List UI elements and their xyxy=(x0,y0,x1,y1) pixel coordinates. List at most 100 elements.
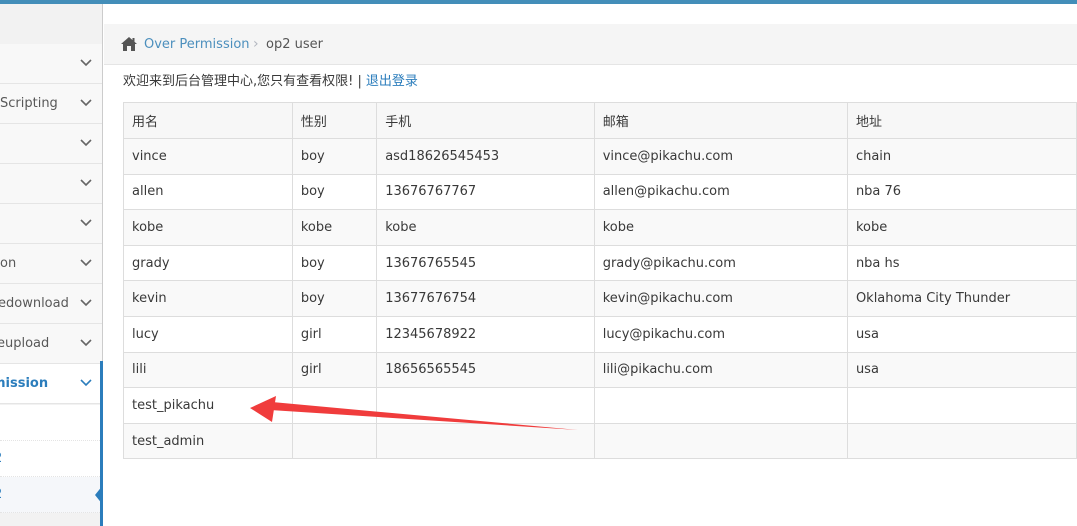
table-cell: test_pikachu xyxy=(123,387,293,424)
sidebar-item-label: mission xyxy=(0,376,49,391)
column-header: 邮箱 xyxy=(593,102,848,139)
table-cell: kobe xyxy=(376,209,595,246)
table-cell: usa xyxy=(846,315,1077,353)
sidebar-item-7[interactable]: eupload xyxy=(0,324,102,364)
table-row: kevin boy 13677676754 kevin@pikachu.com Okla… xyxy=(123,280,1077,317)
table-cell: 13677676754 xyxy=(376,280,595,317)
table-cell: allen@pikachu.com xyxy=(593,173,848,211)
table-cell xyxy=(376,387,595,424)
sidebar-item-3[interactable] xyxy=(0,164,102,204)
table-cell: lucy xyxy=(123,315,293,353)
table-cell: 13676767767 xyxy=(376,173,595,211)
table-row: lucy girl 12345678922 lucy@pikachu.com usa xyxy=(123,315,1077,353)
sidebar-subitem-1[interactable]: 2 xyxy=(0,441,102,477)
sidebar-item-label: edownload xyxy=(0,296,69,311)
table-cell: lili xyxy=(123,351,293,389)
table-cell: Oklahoma City Thunder xyxy=(846,280,1077,317)
table-row: vince boy asd18626545453 vince@pikachu.com c… xyxy=(123,138,1077,175)
table-cell: chain xyxy=(846,138,1077,175)
table-cell xyxy=(291,422,378,460)
table-row: test_admin xyxy=(123,422,1077,460)
table-cell: boy xyxy=(291,173,378,211)
sidebar-item-label: Scripting xyxy=(0,96,58,111)
table-row: lili girl 18656565545 lili@pikachu.com usa xyxy=(123,351,1077,389)
home-icon[interactable] xyxy=(120,36,138,52)
chevron-down-icon xyxy=(80,339,92,347)
chevron-down-icon xyxy=(80,179,92,187)
table-cell: vince@pikachu.com xyxy=(593,138,848,175)
table-cell: vince xyxy=(123,138,293,175)
welcome-message: 欢迎来到后台管理中心,您只有查看权限! | 退出登录 xyxy=(123,72,418,92)
table-cell: kevin xyxy=(123,280,293,317)
table-cell: girl xyxy=(291,315,378,353)
table-cell: usa xyxy=(846,351,1077,389)
top-accent-bar xyxy=(0,0,1077,4)
table-cell: kevin@pikachu.com xyxy=(593,280,848,317)
table-cell: kobe xyxy=(593,209,848,246)
chevron-down-icon xyxy=(80,139,92,147)
table-cell: allen xyxy=(123,173,293,211)
sidebar-item-6[interactable]: edownload xyxy=(0,284,102,324)
table-cell: 18656565545 xyxy=(376,351,595,389)
table-cell: girl xyxy=(291,351,378,389)
table-cell xyxy=(846,422,1077,460)
chevron-down-icon xyxy=(80,99,92,107)
breadcrumb-current: op2 user xyxy=(266,37,323,52)
table-cell: boy xyxy=(291,244,378,282)
logout-link[interactable]: 退出登录 xyxy=(366,74,418,89)
table-row: kobe kobe kobe kobe kobe xyxy=(123,209,1077,246)
table-cell xyxy=(846,387,1077,424)
column-header: 性别 xyxy=(291,102,378,139)
table-cell: kobe xyxy=(123,209,293,246)
chevron-down-icon-active xyxy=(80,379,92,387)
table-cell: nba hs xyxy=(846,244,1077,282)
sidebar-item-1[interactable]: Scripting xyxy=(0,84,102,124)
sidebar-item-5[interactable]: on xyxy=(0,244,102,284)
table-cell: kobe xyxy=(846,209,1077,246)
sidebar-item-4[interactable] xyxy=(0,204,102,244)
table-cell: asd18626545453 xyxy=(376,138,595,175)
chevron-down-icon xyxy=(80,59,92,67)
chevron-down-icon xyxy=(80,299,92,307)
user-table: 用名 性别 手机 邮箱 地址 vince boy asd18626545453 vince@p… xyxy=(123,102,1077,460)
table-cell: 12345678922 xyxy=(376,315,595,353)
table-row: grady boy 13676765545 grady@pikachu.com nba … xyxy=(123,244,1077,282)
sidebar-item-8[interactable]: mission xyxy=(0,364,102,404)
table-cell: boy xyxy=(291,280,378,317)
sidebar-item-label: eupload xyxy=(0,336,50,351)
breadcrumb-separator: › xyxy=(253,36,259,52)
table-cell: grady xyxy=(123,244,293,282)
sidebar-subitem-2[interactable]: 2 xyxy=(0,477,102,513)
sidebar: Scripting on edownload eupload mission 22 xyxy=(0,4,103,526)
table-cell: grady@pikachu.com xyxy=(593,244,848,282)
breadcrumb: Over Permission › op2 user xyxy=(104,24,1077,65)
table-header-row: 用名 性别 手机 邮箱 地址 xyxy=(123,102,1077,139)
sidebar-item-2[interactable] xyxy=(0,124,102,164)
table-cell: boy xyxy=(291,138,378,175)
sidebar-subitem-label: 2 xyxy=(0,441,2,477)
sidebar-subitem-label: 2 xyxy=(0,477,2,513)
breadcrumb-home-link[interactable]: Over Permission xyxy=(144,24,250,65)
table-row: test_pikachu xyxy=(123,387,1077,424)
sidebar-subitem-0[interactable] xyxy=(0,405,102,441)
table-cell: lucy@pikachu.com xyxy=(593,315,848,353)
table-cell xyxy=(593,387,848,424)
table-cell xyxy=(291,387,378,424)
chevron-down-icon xyxy=(80,219,92,227)
chevron-down-icon xyxy=(80,259,92,267)
table-cell: test_admin xyxy=(123,422,293,460)
sidebar-item-label: on xyxy=(0,256,17,271)
column-header: 地址 xyxy=(846,102,1077,139)
table-row: allen boy 13676767767 allen@pikachu.com nba … xyxy=(123,173,1077,211)
column-header: 用名 xyxy=(123,102,293,139)
table-cell: nba 76 xyxy=(846,173,1077,211)
welcome-text: 欢迎来到后台管理中心,您只有查看权限! | xyxy=(123,74,362,89)
table-cell xyxy=(376,422,595,460)
sidebar-active-indicator xyxy=(100,361,103,526)
column-header: 手机 xyxy=(376,102,595,139)
sidebar-item-0[interactable] xyxy=(0,44,102,84)
table-cell: lili@pikachu.com xyxy=(593,351,848,389)
table-cell: 13676765545 xyxy=(376,244,595,282)
table-cell: kobe xyxy=(291,209,378,246)
table-cell xyxy=(593,422,848,460)
